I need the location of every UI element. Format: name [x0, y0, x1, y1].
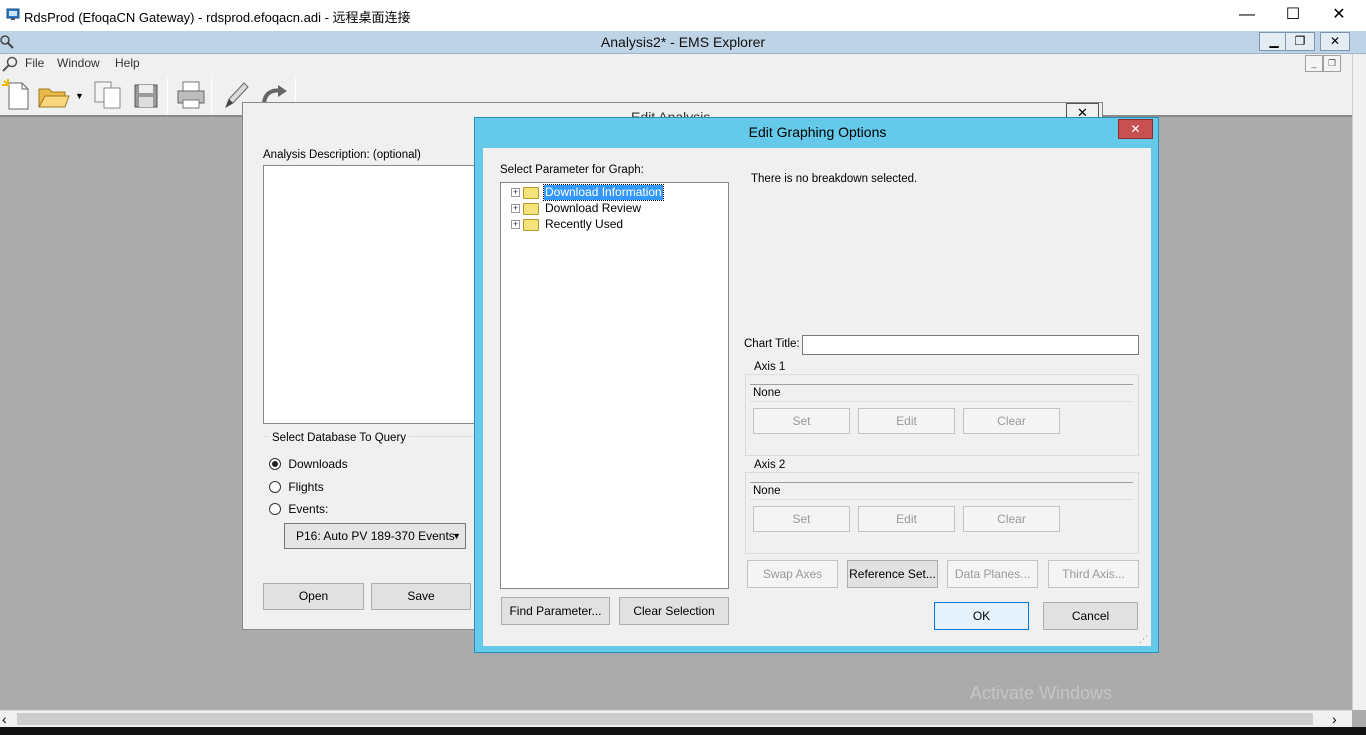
axis1-set-button[interactable]: Set [753, 408, 850, 434]
axis1-value: None [750, 384, 1133, 402]
expand-icon[interactable]: + [511, 188, 520, 197]
open-button[interactable]: Open [263, 583, 364, 610]
chart-title-input[interactable] [802, 335, 1139, 355]
ok-button[interactable]: OK [934, 602, 1029, 630]
parameter-tree[interactable]: + Download Information + Download Review… [500, 182, 729, 589]
folder-icon [523, 203, 539, 215]
taskbar-strip [0, 727, 1366, 735]
scroll-left-icon[interactable]: ‹ [2, 711, 7, 727]
description-label: Analysis Description: (optional) [263, 149, 421, 161]
new-document-icon[interactable] [2, 79, 30, 111]
radio-flights-label: Flights [288, 480, 324, 494]
tree-item-label[interactable]: Download Review [544, 201, 642, 216]
graphing-dialog-title: Edit Graphing Options [748, 124, 887, 140]
axis2-value: None [750, 482, 1133, 500]
parameter-label: Select Parameter for Graph: [500, 164, 644, 176]
reference-set-button[interactable]: Reference Set... [847, 560, 938, 588]
rdp-title-bar: RdsProd (EfoqaCN Gateway) - rdsprod.efoq… [0, 0, 1366, 31]
find-parameter-button[interactable]: Find Parameter... [501, 597, 610, 625]
app-title-bar: Analysis2* - EMS Explorer ▁ ❐ ✕ [0, 31, 1366, 54]
axis1-label: Axis 1 [751, 361, 789, 373]
horizontal-scrollbar[interactable]: ‹ › [0, 710, 1352, 727]
graphing-dialog-body: Select Parameter for Graph: + Download I… [483, 148, 1151, 646]
data-planes-button[interactable]: Data Planes... [947, 560, 1038, 588]
events-select-value: P16: Auto PV 189-370 Events [296, 529, 455, 543]
radio-downloads-label: Downloads [288, 457, 348, 471]
copy-icon[interactable] [93, 80, 123, 110]
menu-bar: File Window Help _ ❐ [0, 54, 1352, 75]
rdp-maximize-button[interactable]: ☐ [1270, 0, 1316, 31]
rdp-close-button[interactable]: ✕ [1316, 0, 1362, 31]
mdi-minimize-button[interactable]: _ [1305, 55, 1323, 72]
description-textarea[interactable] [263, 165, 503, 424]
axis1-clear-button[interactable]: Clear [963, 408, 1060, 434]
scrollbar-thumb[interactable] [17, 713, 1313, 725]
resize-grip-icon[interactable]: ⋰ [1139, 634, 1148, 645]
axis2-clear-button[interactable]: Clear [963, 506, 1060, 532]
rdp-window-title: RdsProd (EfoqaCN Gateway) - rdsprod.efoq… [24, 10, 411, 25]
radio-button[interactable] [269, 503, 281, 515]
open-dropdown-icon[interactable]: ▼ [75, 91, 84, 101]
radio-events[interactable]: Events: [269, 502, 328, 516]
radio-downloads[interactable]: Downloads [269, 457, 348, 471]
search-icon [2, 56, 18, 72]
radio-button[interactable] [269, 481, 281, 493]
toolbar-separator [211, 78, 212, 114]
radio-flights[interactable]: Flights [269, 480, 324, 494]
graphing-close-button[interactable]: ✕ [1118, 119, 1153, 139]
clear-selection-button[interactable]: Clear Selection [619, 597, 729, 625]
app-restore-button[interactable]: ❐ [1285, 32, 1315, 51]
print-icon[interactable] [175, 80, 207, 110]
save-button[interactable]: Save [371, 583, 471, 610]
menu-window[interactable]: Window [57, 56, 100, 70]
save-icon[interactable] [133, 83, 159, 109]
app-close-button[interactable]: ✕ [1320, 32, 1350, 51]
scroll-right-icon[interactable]: › [1332, 711, 1337, 727]
chart-title-label: Chart Title: [744, 338, 800, 350]
folder-icon [523, 187, 539, 199]
open-folder-icon[interactable] [37, 83, 71, 109]
axis2-set-button[interactable]: Set [753, 506, 850, 532]
menu-file[interactable]: File [25, 56, 44, 70]
axis2-label: Axis 2 [751, 459, 789, 471]
tree-item-label[interactable]: Download Information [543, 184, 664, 201]
remote-desktop-icon [6, 8, 20, 20]
cancel-button[interactable]: Cancel [1043, 602, 1138, 630]
breakdown-status-text: There is no breakdown selected. [751, 173, 918, 185]
mdi-restore-button[interactable]: ❐ [1323, 55, 1341, 72]
third-axis-button[interactable]: Third Axis... [1048, 560, 1139, 588]
expand-icon[interactable]: + [511, 220, 520, 229]
rdp-minimize-button[interactable]: — [1224, 0, 1270, 31]
axis2-edit-button[interactable]: Edit [858, 506, 955, 532]
radio-button-checked[interactable] [269, 458, 281, 470]
app-window-title: Analysis2* - EMS Explorer [600, 34, 766, 50]
toolbar-separator [167, 78, 168, 114]
database-group-label: Select Database To Query [269, 432, 410, 444]
menu-help[interactable]: Help [115, 56, 140, 70]
app-right-border [1352, 54, 1366, 710]
radio-events-label: Events: [288, 502, 329, 516]
swap-axes-button[interactable]: Swap Axes [747, 560, 838, 588]
expand-icon[interactable]: + [511, 204, 520, 213]
activate-windows-watermark: Activate Windows [970, 683, 1113, 703]
edit-graphing-options-dialog: Edit Graphing Options ✕ Select Parameter… [474, 117, 1159, 653]
chevron-down-icon: ▼ [452, 531, 461, 541]
folder-icon [523, 219, 539, 231]
events-select[interactable]: P16: Auto PV 189-370 Events ▼ [284, 523, 466, 549]
axis1-edit-button[interactable]: Edit [858, 408, 955, 434]
tree-item-label[interactable]: Recently Used [544, 217, 624, 232]
